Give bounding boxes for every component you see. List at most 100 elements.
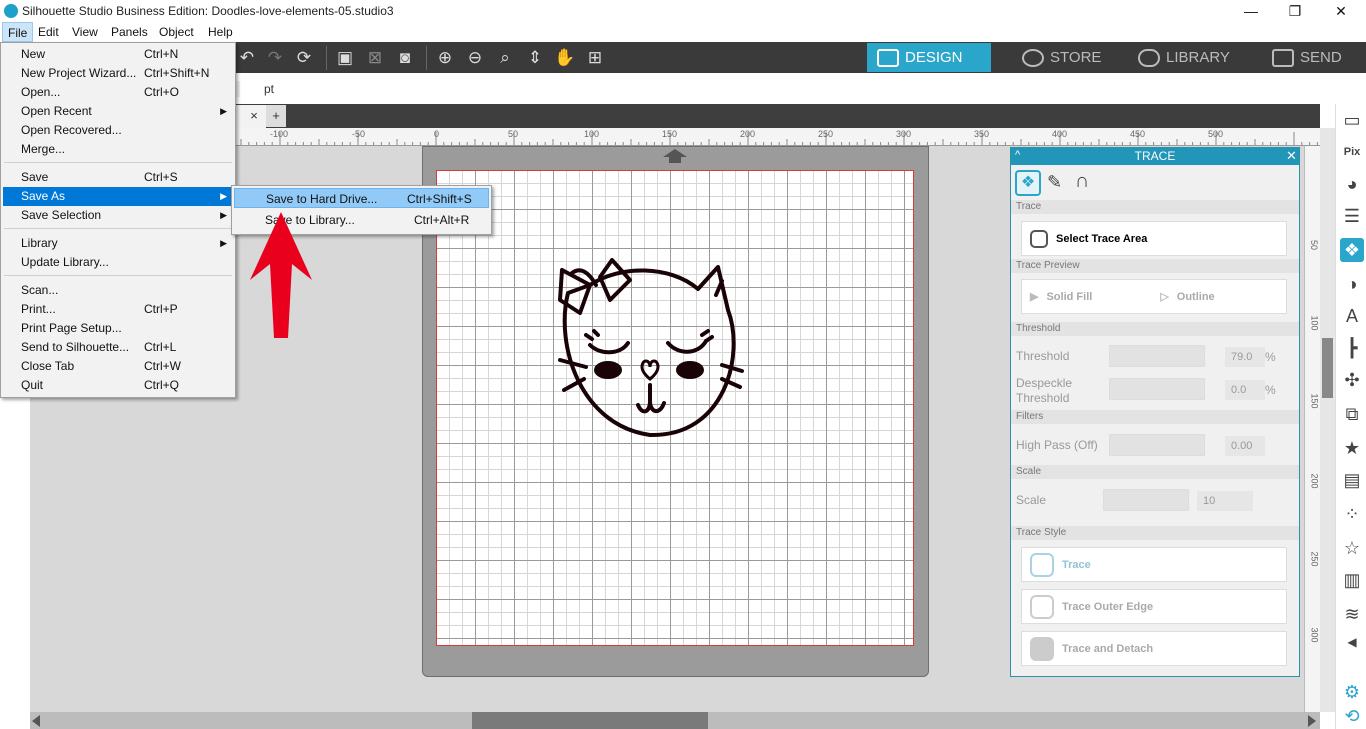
settings-gear-icon[interactable]: ⚙ bbox=[1340, 680, 1364, 704]
refresh-icon[interactable]: ⟳ bbox=[293, 47, 315, 69]
zoom-out-icon[interactable]: ⊖ bbox=[464, 47, 486, 69]
tab-library[interactable]: LIBRARY bbox=[1128, 43, 1258, 72]
threshold-slider[interactable] bbox=[1109, 345, 1205, 367]
ungroup-icon[interactable]: ⊠ bbox=[364, 47, 386, 69]
menu-item-label: Quit bbox=[21, 378, 44, 392]
outline-label[interactable]: Outline bbox=[1177, 291, 1215, 303]
favorite-icon[interactable]: ★ bbox=[1340, 436, 1364, 460]
sketch-icon[interactable]: ≋ bbox=[1340, 602, 1364, 626]
close-window-button[interactable]: ✕ bbox=[1318, 0, 1364, 22]
menu-item-update-library[interactable]: Update Library... bbox=[3, 253, 233, 272]
transform-icon[interactable]: ✣ bbox=[1340, 368, 1364, 392]
page-setup-icon[interactable]: ▭ bbox=[1340, 108, 1364, 132]
trace-mode-icon[interactable]: ❖ bbox=[1015, 170, 1041, 196]
solid-fill-label[interactable]: Solid Fill bbox=[1046, 291, 1092, 303]
high-pass-value[interactable]: 0.00 bbox=[1225, 436, 1265, 456]
menu-item-save[interactable]: Save Ctrl+S bbox=[3, 168, 233, 187]
menu-item-quit[interactable]: Quit Ctrl+Q bbox=[3, 376, 233, 395]
menu-item-new[interactable]: New Ctrl+N bbox=[3, 45, 233, 64]
zoom-in-icon[interactable]: ⊕ bbox=[434, 47, 456, 69]
horizontal-scroll-thumb[interactable] bbox=[472, 712, 708, 729]
ruler-label: 250 bbox=[1309, 551, 1320, 567]
trace-icon[interactable]: ❖ bbox=[1340, 238, 1364, 262]
layers-icon[interactable]: ▥ bbox=[1340, 568, 1364, 592]
magnet-icon[interactable]: ∩ bbox=[1075, 170, 1089, 193]
group-icon[interactable]: ▣ bbox=[334, 47, 356, 69]
collapse-arrow-icon[interactable]: ◀ bbox=[1340, 630, 1364, 654]
submenu-item-label: Save to Hard Drive... bbox=[266, 192, 378, 206]
menu-edit[interactable]: Edit bbox=[33, 22, 64, 42]
menu-item-print[interactable]: Print... Ctrl+P bbox=[3, 300, 233, 319]
tab-design[interactable]: DESIGN bbox=[867, 43, 991, 72]
vertical-ruler: 50 100 150 200 250 300 bbox=[1304, 146, 1320, 712]
ruler-label: 100 bbox=[584, 129, 600, 139]
panel-collapse-icon[interactable]: ^ bbox=[1015, 149, 1020, 161]
minimize-button[interactable]: — bbox=[1228, 0, 1274, 22]
fit-page-icon[interactable]: ⇕ bbox=[524, 47, 546, 69]
vertical-scroll-thumb[interactable] bbox=[1322, 338, 1333, 398]
menu-item-save-as[interactable]: Save As ▶ bbox=[3, 187, 233, 206]
despeckle-value[interactable]: 0.0 bbox=[1225, 380, 1265, 400]
trace-and-detach-button[interactable]: Trace and Detach bbox=[1021, 631, 1287, 666]
pan-hand-icon[interactable]: ✋ bbox=[554, 47, 576, 69]
menu-item-label: Save bbox=[21, 170, 49, 184]
scale-label: Scale bbox=[1016, 493, 1047, 507]
menu-item-library[interactable]: Library ▶ bbox=[3, 234, 233, 253]
redo-icon[interactable]: ↷ bbox=[264, 47, 286, 69]
trace-and-detach-label: Trace and Detach bbox=[1062, 642, 1154, 655]
menu-item-open-recent[interactable]: Open Recent ▶ bbox=[3, 102, 233, 121]
menu-help[interactable]: Help bbox=[203, 22, 238, 42]
contrast-icon[interactable]: ◑ bbox=[1340, 272, 1364, 296]
text-icon[interactable]: A bbox=[1340, 304, 1364, 328]
menu-item-send-to-silhouette[interactable]: Send to Silhouette... Ctrl+L bbox=[3, 338, 233, 357]
image-effects-icon[interactable]: ▤ bbox=[1340, 468, 1364, 492]
trace-outer-edge-button[interactable]: Trace Outer Edge bbox=[1021, 589, 1287, 624]
rhinestone-icon[interactable]: ⁘ bbox=[1340, 502, 1364, 526]
zoom-select-icon[interactable]: ⌕ bbox=[494, 47, 516, 69]
outer-edge-icon bbox=[1030, 594, 1054, 619]
despeckle-slider[interactable] bbox=[1109, 378, 1205, 400]
menu-item-print-page-setup[interactable]: Print Page Setup... bbox=[3, 319, 233, 338]
menu-item-open[interactable]: Open... Ctrl+O bbox=[3, 83, 233, 102]
menu-item-merge[interactable]: Merge... bbox=[3, 140, 233, 159]
fill-color-icon[interactable]: ◕ bbox=[1340, 172, 1364, 196]
restore-button[interactable]: ❐ bbox=[1272, 0, 1318, 22]
threshold-value[interactable]: 79.0 bbox=[1225, 347, 1265, 367]
undo-icon[interactable]: ↶ bbox=[236, 47, 258, 69]
add-tab-button[interactable]: + bbox=[266, 105, 286, 127]
menu-item-new-project-wizard[interactable]: New Project Wizard... Ctrl+Shift+N bbox=[3, 64, 233, 83]
ruler-label: 250 bbox=[818, 129, 834, 139]
sync-icon[interactable]: ⟲ bbox=[1340, 704, 1364, 728]
menu-item-save-selection[interactable]: Save Selection ▶ bbox=[3, 206, 233, 225]
trace-button[interactable]: Trace bbox=[1021, 547, 1287, 582]
panel-close-icon[interactable]: ✕ bbox=[1286, 148, 1297, 164]
tab-send[interactable]: SEND bbox=[1262, 43, 1366, 72]
star-outline-icon[interactable]: ☆ bbox=[1340, 536, 1364, 560]
scale-slider[interactable] bbox=[1103, 489, 1189, 511]
menu-item-close-tab[interactable]: Close Tab Ctrl+W bbox=[3, 357, 233, 376]
vertical-scrollbar[interactable] bbox=[1320, 128, 1335, 712]
close-tab-button[interactable]: × bbox=[244, 105, 264, 127]
menu-panels[interactable]: Panels bbox=[106, 22, 153, 42]
menu-item-open-recovered[interactable]: Open Recovered... bbox=[3, 121, 233, 140]
scroll-left-icon[interactable] bbox=[32, 715, 40, 727]
scale-value[interactable]: 10 bbox=[1197, 491, 1253, 511]
compound-icon[interactable]: ◙ bbox=[394, 47, 416, 69]
pixscan-icon[interactable]: Pix bbox=[1340, 140, 1364, 164]
menu-file[interactable]: File bbox=[2, 22, 34, 42]
replicate-icon[interactable]: ⧉ bbox=[1340, 402, 1364, 426]
high-pass-slider[interactable] bbox=[1109, 434, 1205, 456]
menu-item-scan[interactable]: Scan... bbox=[3, 281, 233, 300]
tab-store[interactable]: STORE bbox=[1012, 43, 1122, 72]
menu-item-save-to-hard-drive[interactable]: Save to Hard Drive... Ctrl+Shift+S bbox=[234, 188, 489, 208]
fit-window-icon[interactable]: ⊞ bbox=[584, 47, 606, 69]
menu-object[interactable]: Object bbox=[154, 22, 199, 42]
line-style-icon[interactable]: ☰ bbox=[1340, 204, 1364, 228]
scroll-right-icon[interactable] bbox=[1308, 715, 1316, 727]
menu-view[interactable]: View bbox=[67, 22, 103, 42]
cat-doodle-image[interactable] bbox=[550, 255, 750, 445]
select-trace-area-button[interactable]: Select Trace Area bbox=[1021, 221, 1287, 256]
eyedropper-icon[interactable]: ✎ bbox=[1047, 172, 1062, 193]
align-icon[interactable]: ┣ bbox=[1340, 336, 1364, 360]
despeckle-label-2: Threshold bbox=[1016, 391, 1070, 405]
